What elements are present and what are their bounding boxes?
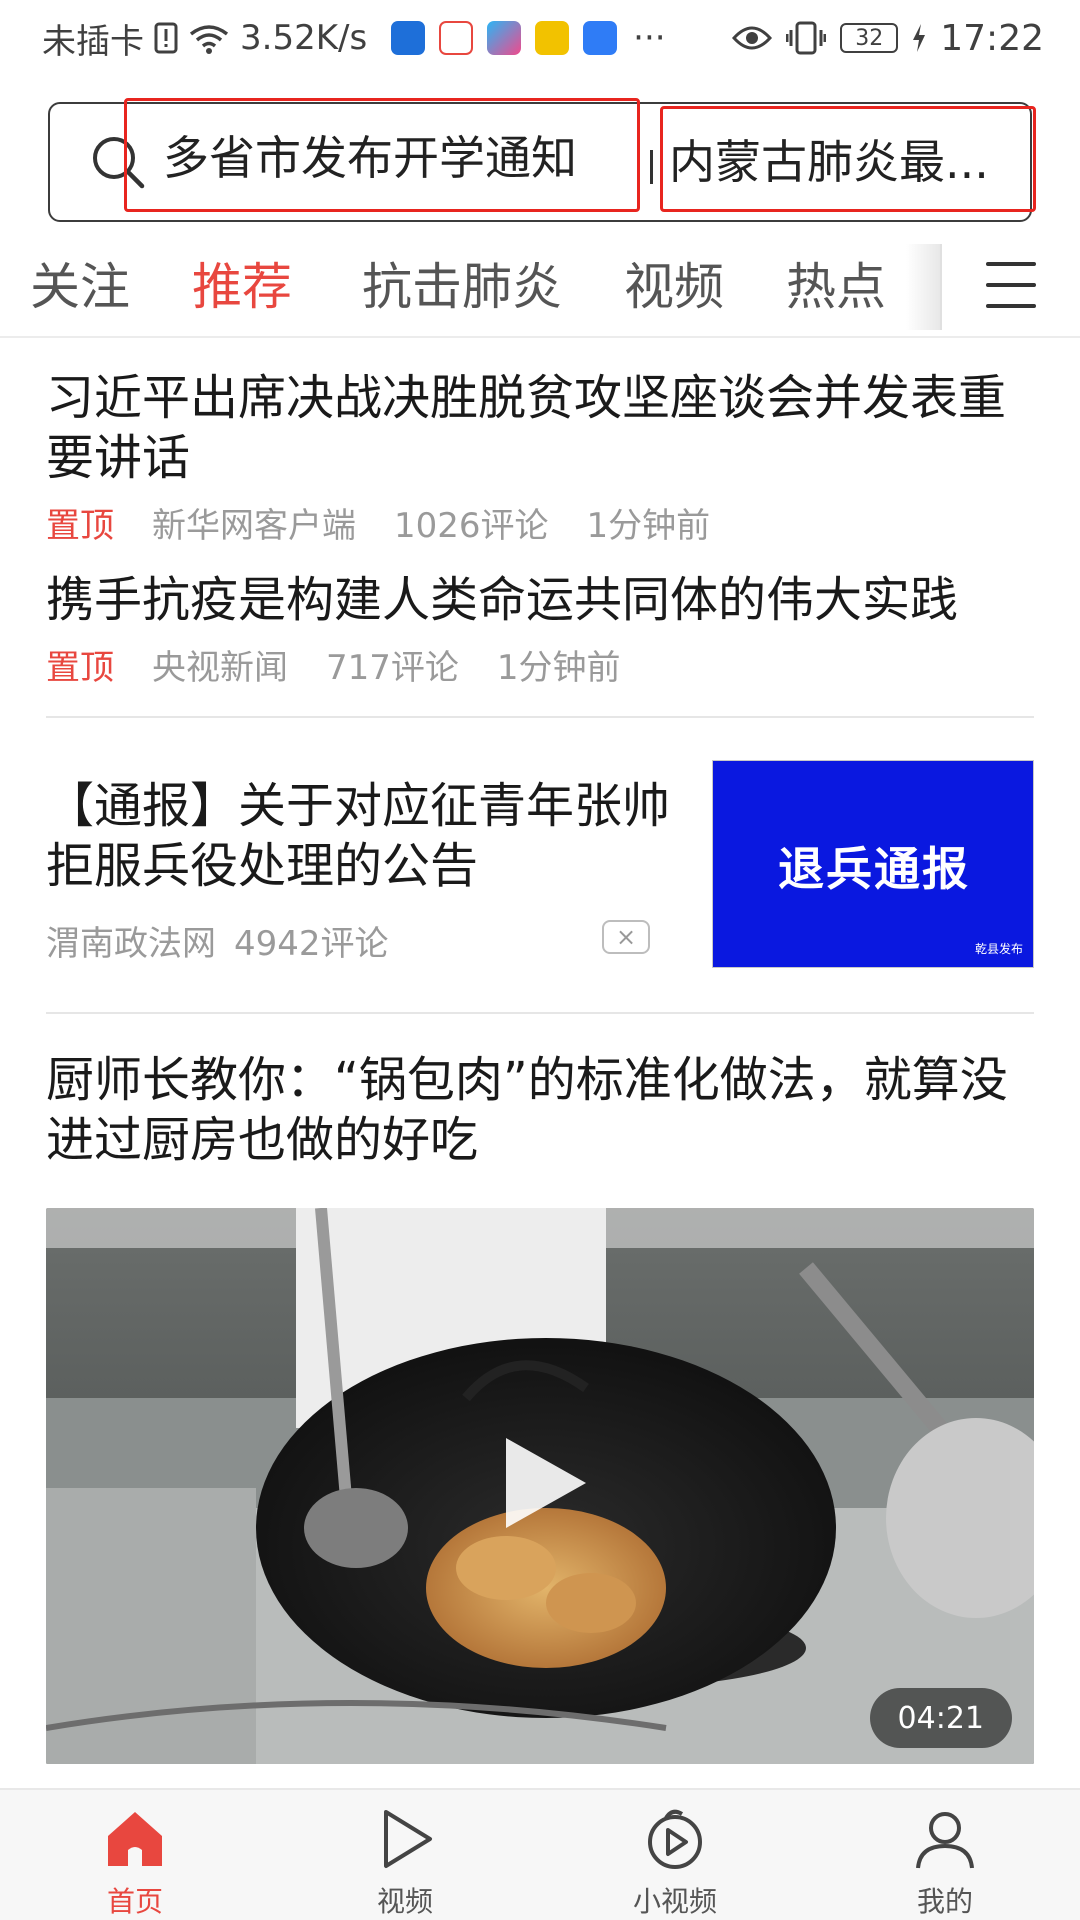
network-speed: 3.52K/s [240,18,368,58]
nav-video-label: 视频 [376,1885,433,1918]
publish-time: 1分钟前 [496,648,621,688]
profile-icon [916,1812,974,1869]
youku-app-icon [487,21,522,55]
nav-video[interactable]: 视频 [305,1790,505,1920]
wifi-icon [189,25,229,54]
news-title-1[interactable]: 习近平出席决战决胜脱贫攻坚座谈会并发表重要讲话 [46,368,1046,488]
pinned-badge: 置顶 [46,506,114,546]
channel-menu-icon[interactable] [986,262,1036,308]
publish-time: 1分钟前 [586,506,711,546]
helmet-app-icon [535,21,570,55]
tab-follow[interactable]: 关注 [30,252,130,322]
dismiss-button[interactable]: × [602,920,650,954]
news-source[interactable]: 新华网客户端 [152,498,356,547]
baidu-app-icon [439,21,474,55]
more-notifications: ··· [633,18,666,58]
tab-hot[interactable]: 热点 [786,252,886,322]
bottom-navigation: 首页 视频 小视频 我的 [0,1788,1080,1920]
comment-count: 717评论 [326,648,459,688]
search-bar[interactable]: 多省市发布开学通知 内蒙古肺炎最... [48,98,1036,222]
36kr-app-icon [583,21,618,55]
play-icon [384,1810,432,1868]
nav-short-video[interactable]: 小视频 [575,1790,775,1920]
search-divider [650,150,653,184]
news-thumbnail[interactable]: 退兵通报 乾县发布 [712,760,1034,968]
home-icon [108,1812,162,1866]
play-icon[interactable] [494,1440,588,1534]
feed-divider [46,1012,1034,1014]
comment-count: 4942评论 [234,924,389,964]
tab-fight-pneumonia[interactable]: 抗击肺炎 [362,252,562,322]
sim-alert-icon [154,22,178,54]
status-bar: 未插卡 3.52K/s ··· 32 17:22 [0,0,1080,76]
news-source[interactable]: 渭南政法网 [46,916,216,965]
nav-home[interactable]: 首页 [35,1790,235,1920]
tabs-fade-edge [906,244,942,330]
short-video-icon [648,1809,702,1869]
feed-divider [46,716,1034,718]
video-duration: 04:21 [869,1688,1012,1748]
vibrate-icon [786,21,827,55]
video-title[interactable]: 厨师长教你：“锅包肉”的标准化做法，就算没进过厨房也做的好吃 [46,1050,1046,1170]
hot-search-term-1[interactable]: 多省市发布开学通知 [124,98,640,212]
news-meta-1: 置顶 新华网客户端 1026评论 1分钟前 [46,498,710,547]
carrier-text: 未插卡 [42,21,144,62]
channel-tabs: 关注 推荐 抗击肺炎 视频 热点 [0,240,1080,338]
thumbnail-title: 退兵通报 [778,842,970,896]
hot-search-term-2[interactable]: 内蒙古肺炎最... [660,106,1036,212]
shield-app-icon [391,21,426,55]
clock: 17:22 [940,17,1044,59]
battery-indicator: 32 [840,23,899,53]
pinned-badge: 置顶 [46,648,114,688]
news-title-2[interactable]: 携手抗疫是构建人类命运共同体的伟大实践 [46,570,1046,630]
news-meta-3: 渭南政法网 4942评论 [46,916,389,965]
video-player[interactable]: 04:21 [46,1208,1034,1764]
news-source[interactable]: 央视新闻 [152,640,288,689]
nav-profile[interactable]: 我的 [845,1790,1045,1920]
thumbnail-source: 乾县发布 [974,942,1023,956]
charging-icon [913,24,926,52]
news-meta-2: 置顶 央视新闻 717评论 1分钟前 [46,640,621,689]
nav-profile-label: 我的 [916,1885,973,1918]
news-title-3[interactable]: 【通报】关于对应征青年张帅拒服兵役处理的公告 [46,776,686,896]
comment-count: 1026评论 [394,506,549,546]
eye-icon [732,26,773,50]
tab-recommend[interactable]: 推荐 [192,252,292,322]
nav-home-label: 首页 [106,1885,163,1918]
tab-video[interactable]: 视频 [624,252,724,322]
nav-short-video-label: 小视频 [632,1885,717,1918]
